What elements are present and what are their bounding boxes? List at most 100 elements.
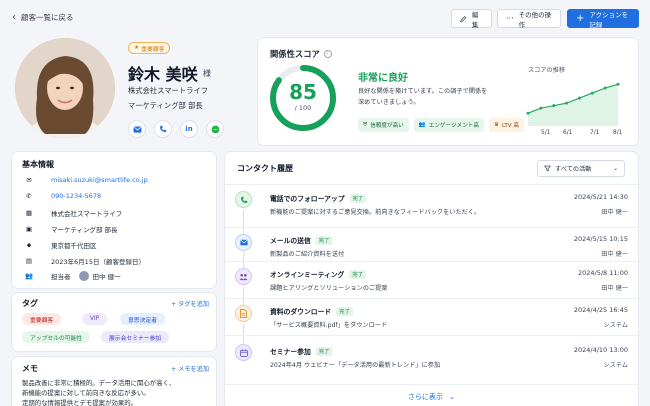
linkedin-button[interactable]: in <box>180 120 198 138</box>
add-memo-link[interactable]: + メモを追加 <box>171 364 209 373</box>
score-description: 良好な関係を築けています。この調子で関係を深めていきましょう。 <box>358 88 488 106</box>
show-more-label: さらに表示 <box>407 393 443 401</box>
owner-avatar <box>78 271 89 281</box>
plus-icon: + <box>576 12 585 24</box>
email-link[interactable]: misaki.suzuki@smartlife.co.jp <box>51 176 148 184</box>
email-row: ✉ misaki.suzuki@smartlife.co.jp <box>22 176 148 184</box>
users-icon: 👥 <box>418 122 426 128</box>
tags-title: タグ <box>22 299 38 308</box>
history-item[interactable]: 電話でのフォローアップ 完了 新機能のご提案に対するご意見交換。前向きなフィード… <box>225 184 642 236</box>
people-icon: 👥 <box>24 272 34 280</box>
history-item-desc: 新製品のご紹介資料を送付 <box>270 251 345 258</box>
history-title-row: オンラインミーティング 完了 <box>270 269 366 279</box>
briefcase-icon: ▣ <box>25 225 33 233</box>
basic-info-title: 基本情報 <box>22 160 54 169</box>
ltv-chip-label: LTV 高 <box>502 123 519 129</box>
status-badge: 完了 <box>336 306 353 316</box>
chevron-down-icon: ⌄ <box>449 393 456 401</box>
trend-area <box>528 84 618 126</box>
show-more-button[interactable]: さらに表示 ⌄ <box>225 384 638 402</box>
history-item-date: 2024/4/25 16:45 <box>573 306 628 314</box>
score-value: 85 <box>289 80 317 104</box>
email-button[interactable] <box>128 120 146 138</box>
history-item-title: セミナー参加 <box>270 348 311 356</box>
crown-icon: ♛ <box>493 122 499 128</box>
calendar-icon <box>235 344 252 361</box>
registered-value: 2023年6月15日（顧客登録日） <box>51 258 145 266</box>
tags-card: タグ + タグを追加 重要顧客 VIP 意思決定者 アップセルの可能性 展示会セ… <box>12 293 216 351</box>
company-row: ▦ 株式会社スマートライフ <box>22 208 122 218</box>
trend-label: 7/1 <box>590 130 600 136</box>
status-badge: 完了 <box>315 346 333 356</box>
history-item-owner: 田中 健一 <box>601 251 628 258</box>
trend-point <box>526 111 530 115</box>
memo-title: メモ <box>22 364 38 373</box>
activity-filter[interactable]: すべての活動 ⌄ <box>537 160 625 177</box>
memo-line: 定期的な情報提供とデモ提案が効果的。 <box>22 399 138 406</box>
history-item-title: オンラインミーティング <box>270 271 345 279</box>
contact-history-card: コンタクト履歴 すべての活動 ⌄ 電話でのフォローアップ 完了 新機能のご提案に… <box>225 152 642 406</box>
history-item-desc: 「サービス概要資料.pdf」をダウンロード <box>270 322 388 329</box>
address-row: ⬥ 東京都千代田区 <box>22 240 97 251</box>
mail-icon: ✉ <box>26 176 32 184</box>
score-title-row: 関係性スコア i <box>270 48 332 60</box>
tag-chip[interactable]: 重要顧客 <box>22 313 62 325</box>
history-title: コンタクト履歴 <box>237 164 293 173</box>
history-item-desc: 2024年4月 ウェビナー「データ活用の最新トレンド」に参加 <box>270 362 441 369</box>
history-item[interactable]: セミナー参加 完了 2024年4月 ウェビナー「データ活用の最新トレンド」に参加… <box>225 335 642 378</box>
tag-chip[interactable]: 展示会セミナー参加 <box>101 331 170 343</box>
social-buttons: in <box>128 120 224 138</box>
more-actions-button[interactable]: ··· その他の操作 <box>497 9 561 29</box>
score-max: / 100 <box>294 104 312 112</box>
owner-name: 田中 健一 <box>92 273 121 281</box>
vip-badge-label: 重要顧客 <box>141 46 165 53</box>
trend-label: 8/1 <box>613 130 623 136</box>
history-item-owner: 田中 健一 <box>601 209 628 216</box>
filter-icon <box>544 165 551 172</box>
tag-chip[interactable]: 意思決定者 <box>120 313 165 325</box>
chat-button[interactable] <box>206 120 224 138</box>
owner-row: 👥 担当者 田中 健一 <box>22 271 121 281</box>
phone-row: ✆ 090-1234-5678 <box>22 192 101 200</box>
phone-button[interactable] <box>154 120 172 138</box>
mail-icon <box>133 125 141 133</box>
tag-chip[interactable]: VIP <box>82 313 108 325</box>
history-item-desc: 課題ヒアリングとソリューションのご提案 <box>270 285 388 292</box>
history-item-owner: システム <box>603 362 628 369</box>
more-icon: ··· <box>506 14 514 23</box>
history-title-row: メールの送信 完了 <box>270 235 333 245</box>
engagement-chip-label: エンゲージメント高 <box>428 123 479 129</box>
record-action-label: アクションを記録 <box>589 10 629 29</box>
customer-department: マーケティング部 部長 <box>128 101 203 110</box>
trend-point <box>539 106 543 110</box>
history-title-row: 資料のダウンロード 完了 <box>270 306 353 316</box>
basic-info-card: 基本情報 ✉ misaki.suzuki@smartlife.co.jp ✆ 0… <box>12 152 216 288</box>
add-tag-link[interactable]: + タグを追加 <box>171 299 209 308</box>
score-chips: ⛨ 信頼度が高い 👥 エンゲージメント高 ♛ LTV 高 <box>358 118 524 132</box>
trend-point <box>565 101 569 105</box>
department-row: ▣ マーケティング部 部長 <box>22 224 118 234</box>
phone-link[interactable]: 090-1234-5678 <box>51 192 101 200</box>
trust-chip-label: 信頼度が高い <box>370 123 404 129</box>
record-action-button[interactable]: + アクションを記録 <box>567 9 639 29</box>
calendar-icon: ▤ <box>25 257 33 265</box>
info-icon[interactable]: i <box>323 50 332 58</box>
tag-chip[interactable]: アップセルの可能性 <box>22 331 91 343</box>
history-item-date: 2024/5/15 10:15 <box>573 235 628 243</box>
filter-label: すべての活動 <box>555 166 592 173</box>
customer-company: 株式会社スマートライフ <box>128 86 209 95</box>
relationship-score-card: 関係性スコア i 85 / 100 非常に良好 良好な関係を築けています。この調… <box>258 38 638 145</box>
honorific: 様 <box>203 69 211 78</box>
memo-text: 製品改善に非常に積極的。データ活用に関心が高く、 新機能の提案に対して前向きな反… <box>22 378 175 406</box>
phone-icon <box>160 125 167 132</box>
history-item-owner: システム <box>603 322 628 329</box>
back-link[interactable]: ‹ 顧客一覧に戻る <box>12 12 74 23</box>
document-icon <box>235 305 252 322</box>
engagement-chip: 👥 エンゲージメント高 <box>413 118 484 132</box>
more-actions-label: その他の操作 <box>518 10 552 29</box>
pencil-icon <box>460 15 467 22</box>
history-item-date: 2024/4/10 13:00 <box>573 346 628 354</box>
portrait-image <box>15 38 115 138</box>
chevron-left-icon: ‹ <box>12 11 16 23</box>
edit-button[interactable]: 編集 <box>451 9 492 29</box>
